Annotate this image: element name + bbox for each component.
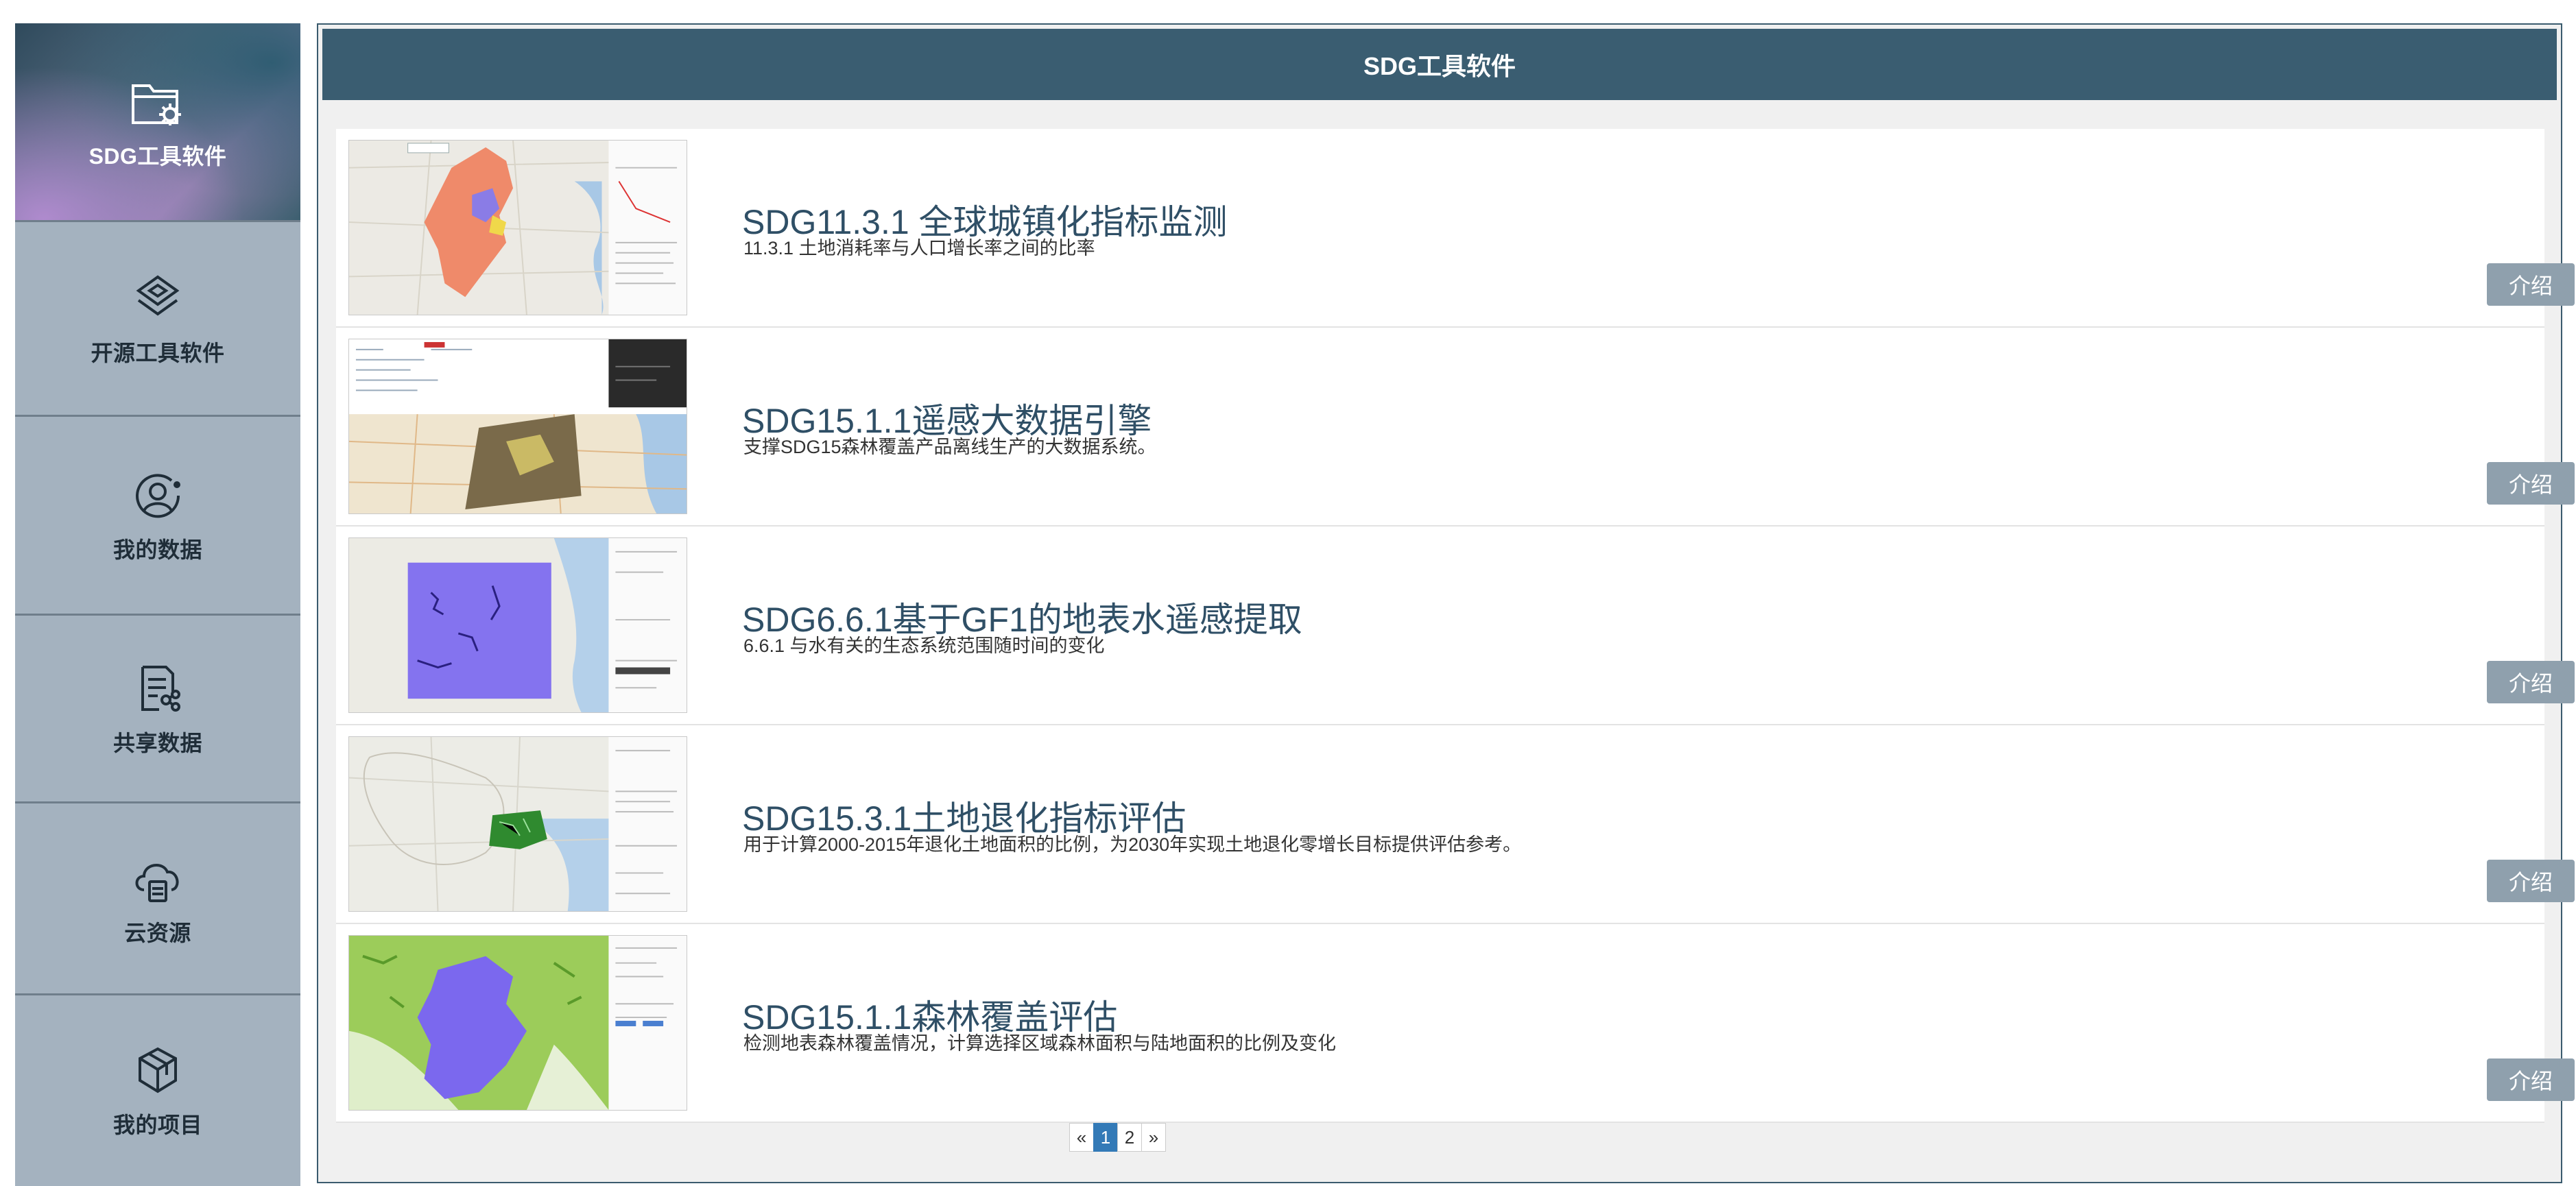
land-degradation-map-thumbnail: [348, 736, 687, 912]
sidebar-nav: SDG工具软件 开源工具软件 我的数据 共享数据 云资源 我的项目: [15, 23, 300, 1186]
user-circle-icon: [129, 467, 187, 524]
page-button-1[interactable]: 1: [1093, 1123, 1118, 1152]
intro-button[interactable]: 介绍: [2487, 1058, 2575, 1101]
sidebar-item-label: 开源工具软件: [91, 340, 225, 365]
forest-cover-map-thumbnail: [348, 935, 687, 1111]
main-panel: SDG工具软件 SDG11.3.1 全球城镇化指标监测 11.3.1 土地消耗率…: [317, 23, 2575, 1183]
sidebar-item-open-source-tools[interactable]: 开源工具软件: [15, 222, 300, 417]
tool-description: 11.3.1 土地消耗率与人口增长率之间的比率: [743, 238, 1095, 258]
tool-description: 支撑SDG15森林覆盖产品离线生产的大数据系统。: [743, 437, 1156, 457]
sidebar-item-label: SDG工具软件: [88, 143, 227, 169]
sidebar-item-label: 云资源: [124, 920, 191, 945]
pagination: « 1 2 »: [1069, 1123, 1166, 1152]
sidebar-item-label: 我的项目: [112, 1113, 202, 1137]
intro-button[interactable]: 介绍: [2487, 263, 2575, 306]
sidebar-item-label: 共享数据: [112, 730, 202, 755]
folder-gear-icon: [129, 73, 187, 131]
cloud-server-icon: [129, 850, 187, 908]
sidebar-item-my-data[interactable]: 我的数据: [15, 417, 300, 616]
tool-description: 6.6.1 与水有关的生态系统范围随时间的变化: [743, 636, 1105, 656]
tool-card: SDG15.1.1森林覆盖评估 检测地表森林覆盖情况，计算选择区域森林面积与陆地…: [336, 924, 2575, 1123]
urbanization-map-thumbnail: [348, 140, 687, 315]
tool-card: SDG6.6.1基于GF1的地表水遥感提取 6.6.1 与水有关的生态系统范围随…: [336, 527, 2575, 725]
tool-card: SDG11.3.1 全球城镇化指标监测 11.3.1 土地消耗率与人口增长率之间…: [336, 129, 2575, 328]
layers-diamond-icon: [129, 270, 187, 328]
sidebar-item-shared-data[interactable]: 共享数据: [15, 616, 300, 803]
cube-icon: [129, 1042, 187, 1100]
page-title: SDG工具软件: [322, 29, 2557, 100]
sidebar-item-sdg-tools[interactable]: SDG工具软件: [15, 23, 300, 222]
remote-sensing-engine-thumbnail: [348, 339, 687, 514]
tool-description: 检测地表森林覆盖情况，计算选择区域森林面积与陆地面积的比例及变化: [743, 1033, 1336, 1054]
tool-card: SDG15.3.1土地退化指标评估 用于计算2000-2015年退化土地面积的比…: [336, 725, 2575, 924]
tool-card: SDG15.1.1遥感大数据引擎 支撑SDG15森林覆盖产品离线生产的大数据系统…: [336, 328, 2575, 527]
tool-list: SDG11.3.1 全球城镇化指标监测 11.3.1 土地消耗率与人口增长率之间…: [336, 129, 2575, 1123]
prev-page-button[interactable]: «: [1069, 1123, 1094, 1152]
next-page-button[interactable]: »: [1141, 1123, 1166, 1152]
document-share-icon: [129, 660, 187, 718]
sidebar-item-my-projects[interactable]: 我的项目: [15, 995, 300, 1186]
sidebar-item-label: 我的数据: [112, 537, 202, 562]
surface-water-map-thumbnail: [348, 537, 687, 713]
tool-description: 用于计算2000-2015年退化土地面积的比例，为2030年实现土地退化零增长目…: [743, 834, 1522, 855]
intro-button[interactable]: 介绍: [2487, 860, 2575, 902]
intro-button[interactable]: 介绍: [2487, 462, 2575, 505]
intro-button[interactable]: 介绍: [2487, 661, 2575, 703]
sidebar-item-cloud-resources[interactable]: 云资源: [15, 803, 300, 995]
page-button-2[interactable]: 2: [1117, 1123, 1142, 1152]
